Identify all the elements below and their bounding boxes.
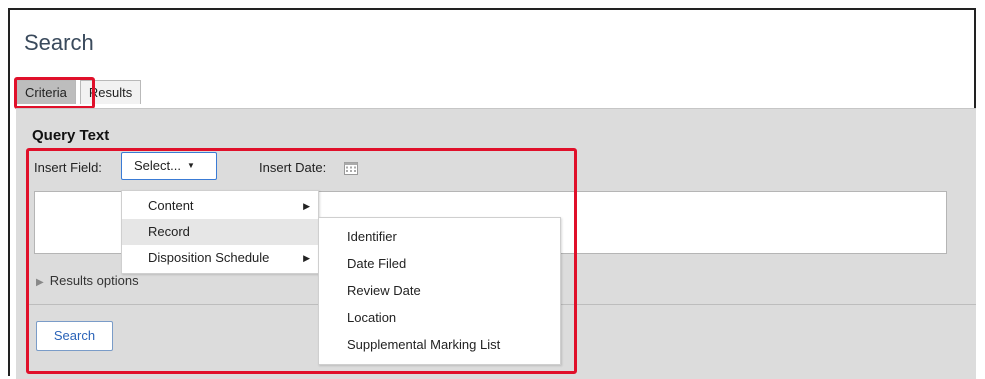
page-title: Search — [24, 30, 94, 55]
menu-item-content[interactable]: Content ▶ — [122, 193, 318, 219]
record-submenu: Identifier Date Filed Review Date Locati… — [318, 217, 561, 365]
caret-right-icon: ▶ — [303, 253, 310, 263]
insert-field-menu: Content ▶ Record Disposition Schedule ▶ — [121, 190, 319, 274]
query-text-heading: Query Text — [32, 127, 110, 144]
submenu-item-identifier[interactable]: Identifier — [319, 223, 560, 250]
submenu-item-supplemental-marking-list[interactable]: Supplemental Marking List — [319, 331, 560, 358]
submenu-item-date-filed[interactable]: Date Filed — [319, 250, 560, 277]
menu-item-record[interactable]: Record — [122, 219, 318, 245]
menu-item-label: Disposition Schedule — [148, 250, 270, 265]
menu-item-label: Content — [148, 198, 194, 213]
submenu-item-review-date[interactable]: Review Date — [319, 277, 560, 304]
submenu-item-location[interactable]: Location — [319, 304, 560, 331]
menu-item-disposition-schedule[interactable]: Disposition Schedule ▶ — [122, 245, 318, 271]
caret-right-icon: ▶ — [303, 201, 310, 211]
criteria-tab-highlight — [14, 77, 95, 109]
menu-item-label: Record — [148, 224, 190, 239]
